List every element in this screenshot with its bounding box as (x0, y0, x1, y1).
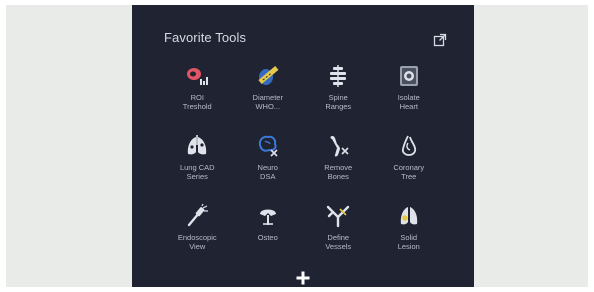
tool-neuro-dsa[interactable]: Neuro DSA (233, 125, 304, 195)
coronary-tree-icon (396, 133, 422, 159)
tool-label: Osteo (257, 233, 278, 242)
panel-title: Favorite Tools (164, 30, 247, 45)
tool-label: Diameter WHO... (252, 93, 283, 111)
roi-threshold-icon (184, 63, 210, 89)
tool-spine-ranges[interactable]: Spine Ranges (303, 55, 374, 125)
tool-label: ROI Treshold (182, 93, 212, 111)
tool-label: Remove Bones (324, 163, 353, 181)
add-tool-button[interactable] (292, 267, 314, 289)
tool-roi-treshold[interactable]: ROI Treshold (162, 55, 233, 125)
osteo-icon (255, 203, 281, 229)
tool-define-vessels[interactable]: Define Vessels (303, 195, 374, 265)
tool-label: Spine Ranges (325, 93, 352, 111)
tool-label: Neuro DSA (257, 163, 278, 181)
tool-coronary-tree[interactable]: Coronary Tree (374, 125, 445, 195)
vessels-icon (325, 203, 351, 229)
tool-label: Isolate Heart (397, 93, 420, 111)
tool-label: Lung CAD Series (179, 163, 215, 181)
tool-label: Solid Lesion (397, 233, 420, 251)
heart-icon (396, 63, 422, 89)
tool-osteo[interactable]: Osteo (233, 195, 304, 265)
spine-icon (325, 63, 351, 89)
tool-label: Define Vessels (325, 233, 352, 251)
plus-icon (296, 271, 310, 285)
tool-label: Endoscopic View (177, 233, 217, 251)
tool-solid-lesion[interactable]: Solid Lesion (374, 195, 445, 265)
lesion-icon (396, 203, 422, 229)
tools-grid: ROI Treshold Diameter WHO... Spine Range… (162, 55, 444, 265)
brain-icon (255, 133, 281, 159)
bone-remove-icon (325, 133, 351, 159)
lungs-icon (184, 133, 210, 159)
tool-isolate-heart[interactable]: Isolate Heart (374, 55, 445, 125)
popout-icon[interactable] (432, 32, 448, 48)
tool-endoscopic-view[interactable]: Endoscopic View (162, 195, 233, 265)
tool-diameter-who[interactable]: Diameter WHO... (233, 55, 304, 125)
diameter-ruler-icon (255, 63, 281, 89)
tool-remove-bones[interactable]: Remove Bones (303, 125, 374, 195)
favorite-tools-panel: Favorite Tools ROI Treshold Diameter WHO… (132, 5, 474, 287)
endoscope-icon (184, 203, 210, 229)
tool-lung-cad-series[interactable]: Lung CAD Series (162, 125, 233, 195)
tool-label: Coronary Tree (393, 163, 425, 181)
